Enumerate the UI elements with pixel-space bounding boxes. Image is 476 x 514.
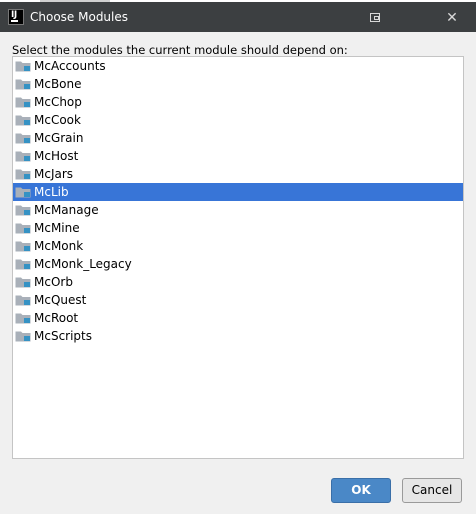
module-name: McChop xyxy=(34,95,82,109)
ok-button[interactable]: OK xyxy=(331,478,391,503)
module-folder-icon xyxy=(15,97,31,108)
module-name: McManage xyxy=(34,203,99,217)
module-list-item[interactable]: McOrb xyxy=(13,273,463,291)
module-folder-icon xyxy=(15,295,31,306)
module-folder-icon xyxy=(15,133,31,144)
module-list-item[interactable]: McCook xyxy=(13,111,463,129)
module-list-item[interactable]: McMonk xyxy=(13,237,463,255)
module-name: McScripts xyxy=(34,329,93,343)
module-list-item[interactable]: McChop xyxy=(13,93,463,111)
module-name: McCook xyxy=(34,113,81,127)
module-list-item[interactable]: McRoot xyxy=(13,309,463,327)
module-list-item[interactable]: McManage xyxy=(13,201,463,219)
module-list-item[interactable]: McQuest xyxy=(13,291,463,309)
instruction-label: Select the modules the current module sh… xyxy=(12,43,348,57)
module-folder-icon xyxy=(15,277,31,288)
module-folder-icon xyxy=(15,79,31,90)
module-list-item[interactable]: McMonk_Legacy xyxy=(13,255,463,273)
module-list-item[interactable]: McMine xyxy=(13,219,463,237)
module-list-item[interactable]: McGrain xyxy=(13,129,463,147)
module-name: McQuest xyxy=(34,293,87,307)
module-folder-icon xyxy=(15,205,31,216)
module-folder-icon xyxy=(15,187,31,198)
module-list-item[interactable]: McJars xyxy=(13,165,463,183)
module-list-item[interactable]: McScripts xyxy=(13,327,463,345)
module-folder-icon xyxy=(15,223,31,234)
module-name: McGrain xyxy=(34,131,84,145)
module-name: McMine xyxy=(34,221,80,235)
cancel-button[interactable]: Cancel xyxy=(402,478,462,503)
module-name: McLib xyxy=(34,185,69,199)
module-name: McMonk_Legacy xyxy=(34,257,132,271)
dialog-content: Select the modules the current module sh… xyxy=(0,32,476,514)
module-folder-icon xyxy=(15,313,31,324)
module-name: McBone xyxy=(34,77,82,91)
dialog-title-bar: IJ Choose Modules ✕ xyxy=(0,2,476,32)
module-name: McJars xyxy=(34,167,74,181)
module-folder-icon xyxy=(15,259,31,270)
module-list[interactable]: McAccounts McBone McChop McCook McGrain McHos… xyxy=(12,56,464,459)
module-name: McOrb xyxy=(34,275,73,289)
module-folder-icon xyxy=(15,331,31,342)
dialog-title: Choose Modules xyxy=(30,10,129,24)
module-name: McMonk xyxy=(34,239,84,253)
module-name: McHost xyxy=(34,149,79,163)
module-name: McAccounts xyxy=(34,59,106,73)
intellij-app-icon: IJ xyxy=(8,9,24,25)
module-list-item[interactable]: McBone xyxy=(13,75,463,93)
module-folder-icon xyxy=(15,241,31,252)
module-folder-icon xyxy=(15,115,31,126)
module-list-item[interactable]: McAccounts xyxy=(13,57,463,75)
module-folder-icon xyxy=(15,151,31,162)
module-folder-icon xyxy=(15,169,31,180)
dialog-button-bar: OK Cancel xyxy=(0,476,476,506)
module-name: McRoot xyxy=(34,311,79,325)
close-icon[interactable]: ✕ xyxy=(442,8,462,28)
module-folder-icon xyxy=(15,61,31,72)
module-list-item[interactable]: McLib xyxy=(13,183,463,201)
restore-window-icon[interactable] xyxy=(370,13,380,22)
module-list-item[interactable]: McHost xyxy=(13,147,463,165)
